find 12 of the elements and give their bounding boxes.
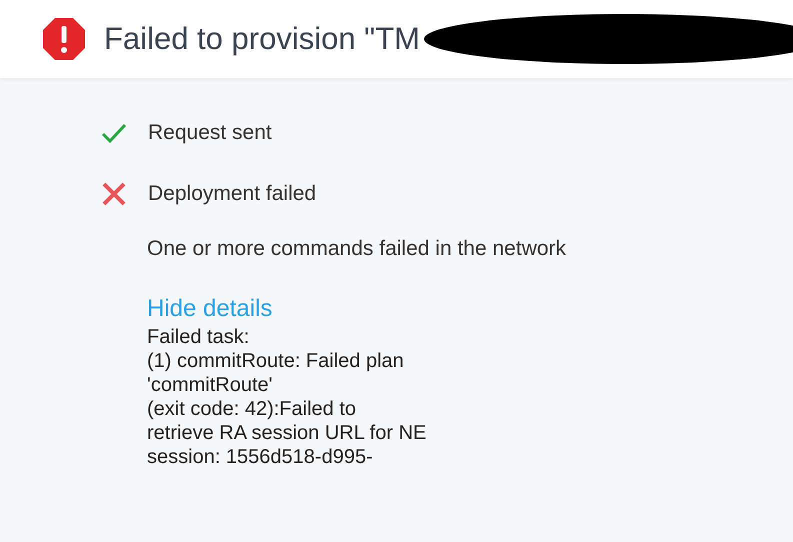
error-message: One or more commands failed in the network: [147, 237, 568, 261]
details-line: (1) commitRoute: Failed plan: [147, 349, 404, 373]
hide-details-link[interactable]: Hide details: [147, 295, 272, 323]
dialog-title: Failed to provision "TM: [104, 21, 420, 57]
details-line: (exit code: 42):Failed to: [147, 397, 356, 421]
step-label: Request sent: [148, 121, 272, 145]
details-line: session: 1556d518-d995-: [147, 445, 373, 469]
details-line: retrieve RA session URL for NE: [147, 421, 426, 445]
step-label: Deployment failed: [148, 182, 316, 206]
details-line: 'commitRoute': [147, 373, 272, 397]
details-line: Failed task:: [147, 325, 250, 349]
error-icon: [42, 17, 86, 61]
